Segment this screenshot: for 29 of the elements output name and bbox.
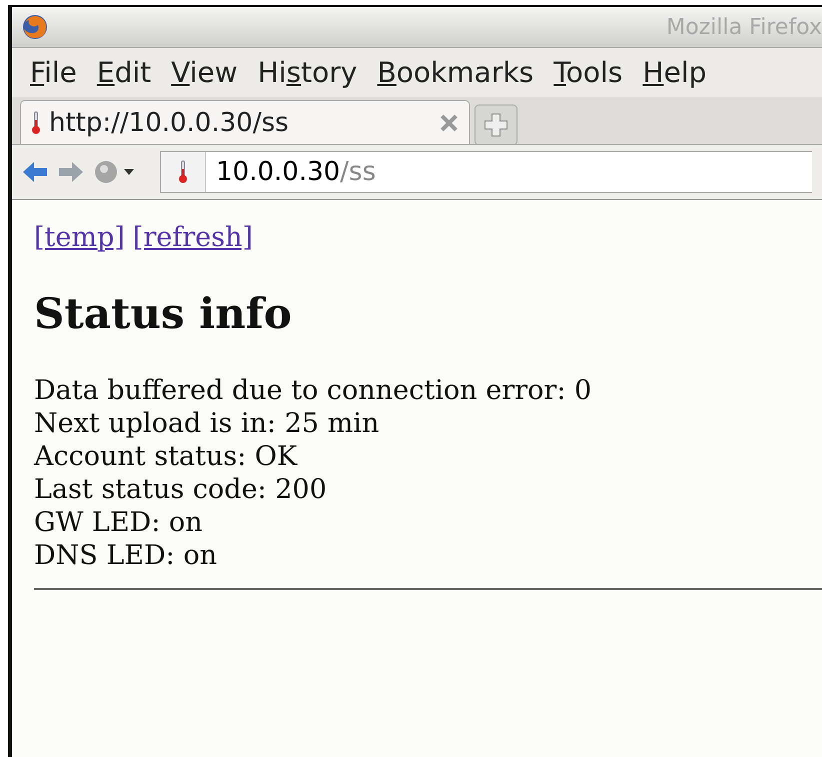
page-heading: Status info bbox=[34, 289, 293, 338]
new-tab-icon[interactable] bbox=[474, 104, 518, 144]
status-line: Next upload is in: 25 min bbox=[34, 407, 380, 440]
menu-item[interactable]: Tools bbox=[554, 56, 623, 89]
menu-item[interactable]: File bbox=[30, 56, 77, 89]
status-line: GW LED: on bbox=[34, 506, 204, 539]
url-path: /ss bbox=[340, 157, 376, 187]
forward-arrow-icon[interactable] bbox=[58, 161, 84, 183]
status-line: Account status: OK bbox=[34, 440, 298, 473]
globe-dropdown-icon[interactable] bbox=[94, 159, 134, 185]
firefox-logo-icon bbox=[22, 14, 48, 40]
menu-item[interactable]: Bookmarks bbox=[377, 56, 534, 89]
address-field[interactable]: 10.0.0.30/ss bbox=[160, 151, 812, 193]
status-line: DNS LED: on bbox=[34, 539, 218, 572]
menu-item[interactable]: Edit bbox=[96, 56, 152, 89]
menu-item[interactable]: Help bbox=[642, 56, 706, 89]
close-icon[interactable] bbox=[439, 112, 459, 132]
page-link[interactable]: [refresh] bbox=[132, 222, 253, 253]
thermometer-icon bbox=[31, 110, 41, 134]
menu-item[interactable]: History bbox=[258, 56, 358, 89]
status-line: Last status code: 200 bbox=[34, 473, 328, 506]
thermometer-icon bbox=[178, 160, 188, 184]
url-host: 10.0.0.30 bbox=[215, 157, 340, 187]
menu-item[interactable]: View bbox=[171, 56, 238, 89]
window-title: Mozilla Firefox bbox=[666, 14, 822, 40]
status-line: Data buffered due to connection error: 0 bbox=[34, 374, 593, 407]
back-arrow-icon[interactable] bbox=[22, 161, 48, 183]
browser-tab[interactable]: http://10.0.0.30/ss bbox=[20, 100, 470, 144]
page-link[interactable]: [temp] bbox=[34, 222, 125, 253]
